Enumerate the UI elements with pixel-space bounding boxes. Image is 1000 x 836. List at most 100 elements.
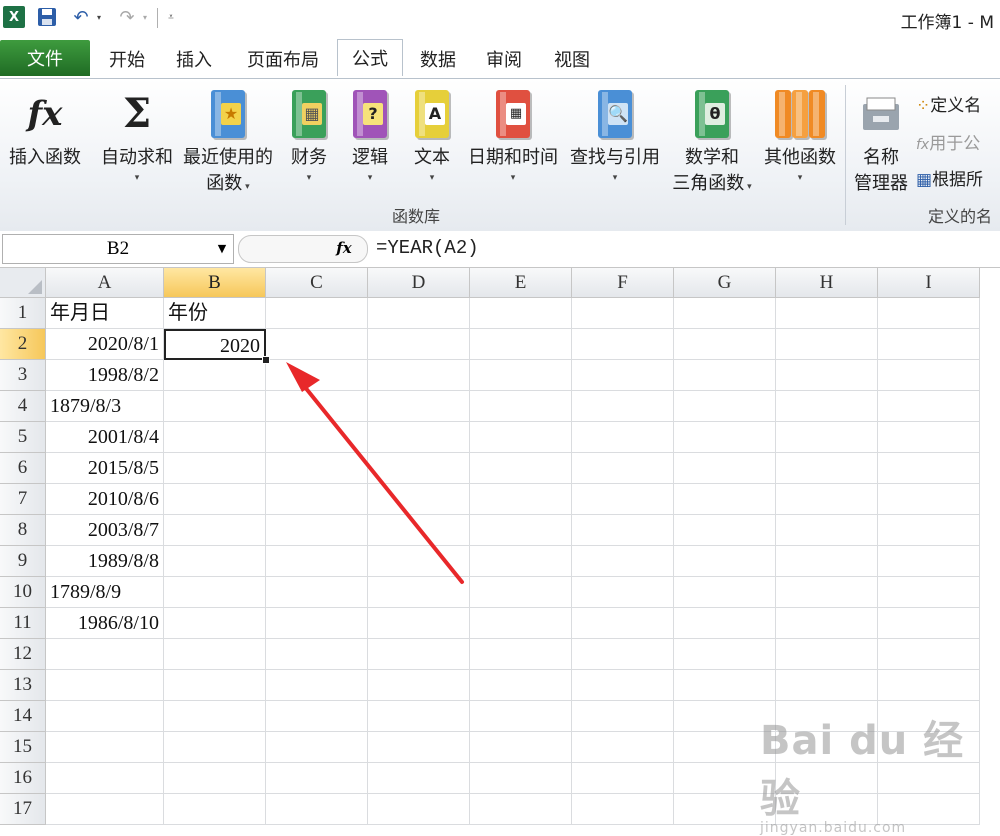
tab-data[interactable]: 数据 <box>408 42 468 76</box>
cell-c2[interactable] <box>266 329 368 360</box>
row-header-11[interactable]: 11 <box>0 608 46 639</box>
row-header-4[interactable]: 4 <box>0 391 46 422</box>
column-header-e[interactable]: E <box>470 268 572 298</box>
tab-file[interactable]: 文件 <box>0 40 90 76</box>
cell-i2[interactable] <box>878 329 980 360</box>
cell-b14[interactable] <box>164 701 266 732</box>
cell-g2[interactable] <box>674 329 776 360</box>
cell-b5[interactable] <box>164 422 266 453</box>
cell-f10[interactable] <box>572 577 674 608</box>
cell-b7[interactable] <box>164 484 266 515</box>
cell-d10[interactable] <box>368 577 470 608</box>
cell-f16[interactable] <box>572 763 674 794</box>
cell-h13[interactable] <box>776 670 878 701</box>
cell-g5[interactable] <box>674 422 776 453</box>
cell-a6[interactable]: 2015/8/5 <box>46 453 164 484</box>
cell-h12[interactable] <box>776 639 878 670</box>
cell-b15[interactable] <box>164 732 266 763</box>
row-header-16[interactable]: 16 <box>0 763 46 794</box>
cell-d16[interactable] <box>368 763 470 794</box>
cell-h11[interactable] <box>776 608 878 639</box>
cell-h4[interactable] <box>776 391 878 422</box>
column-header-c[interactable]: C <box>266 268 368 298</box>
cell-g10[interactable] <box>674 577 776 608</box>
cell-e13[interactable] <box>470 670 572 701</box>
cell-i13[interactable] <box>878 670 980 701</box>
insert-function-icon[interactable]: fx <box>330 235 358 261</box>
cell-a2[interactable]: 2020/8/1 <box>46 329 164 360</box>
cell-d7[interactable] <box>368 484 470 515</box>
text-button[interactable]: A 文本 ▾ <box>408 83 456 185</box>
cell-e6[interactable] <box>470 453 572 484</box>
cell-f15[interactable] <box>572 732 674 763</box>
cell-b3[interactable] <box>164 360 266 391</box>
cell-i11[interactable] <box>878 608 980 639</box>
cell-e10[interactable] <box>470 577 572 608</box>
customize-qat-icon[interactable]: ⩡ <box>164 6 178 28</box>
cell-f7[interactable] <box>572 484 674 515</box>
cell-b13[interactable] <box>164 670 266 701</box>
cell-c1[interactable] <box>266 298 368 329</box>
cell-i6[interactable] <box>878 453 980 484</box>
cell-a17[interactable] <box>46 794 164 825</box>
cell-d14[interactable] <box>368 701 470 732</box>
cell-d9[interactable] <box>368 546 470 577</box>
cell-e1[interactable] <box>470 298 572 329</box>
cell-c8[interactable] <box>266 515 368 546</box>
cell-f12[interactable] <box>572 639 674 670</box>
tab-insert[interactable]: 插入 <box>164 42 224 76</box>
cell-c17[interactable] <box>266 794 368 825</box>
cell-e17[interactable] <box>470 794 572 825</box>
name-box-dropdown-icon[interactable]: ▼ <box>214 234 230 262</box>
cell-c16[interactable] <box>266 763 368 794</box>
column-header-i[interactable]: I <box>878 268 980 298</box>
column-header-f[interactable]: F <box>572 268 674 298</box>
cell-e2[interactable] <box>470 329 572 360</box>
cell-i10[interactable] <box>878 577 980 608</box>
cell-a9[interactable]: 1989/8/8 <box>46 546 164 577</box>
cell-e12[interactable] <box>470 639 572 670</box>
tab-page-layout[interactable]: 页面布局 <box>236 42 330 76</box>
cell-b8[interactable] <box>164 515 266 546</box>
cell-c15[interactable] <box>266 732 368 763</box>
excel-app-icon[interactable]: X <box>3 6 25 28</box>
cell-c10[interactable] <box>266 577 368 608</box>
cell-e4[interactable] <box>470 391 572 422</box>
cell-d11[interactable] <box>368 608 470 639</box>
create-from-selection-button[interactable]: ▦根据所 <box>916 165 983 190</box>
cell-f13[interactable] <box>572 670 674 701</box>
cell-a5[interactable]: 2001/8/4 <box>46 422 164 453</box>
cell-a1[interactable]: 年月日 <box>46 298 164 329</box>
cell-d2[interactable] <box>368 329 470 360</box>
cell-e7[interactable] <box>470 484 572 515</box>
autosum-button[interactable]: Σ 自动求和 ▾ <box>96 83 178 185</box>
row-header-6[interactable]: 6 <box>0 453 46 484</box>
cell-d1[interactable] <box>368 298 470 329</box>
row-header-1[interactable]: 1 <box>0 298 46 329</box>
cell-i8[interactable] <box>878 515 980 546</box>
cell-a13[interactable] <box>46 670 164 701</box>
column-header-g[interactable]: G <box>674 268 776 298</box>
cell-h10[interactable] <box>776 577 878 608</box>
financial-button[interactable]: ▦ 财务 ▾ <box>284 83 334 185</box>
cell-a7[interactable]: 2010/8/6 <box>46 484 164 515</box>
cell-i4[interactable] <box>878 391 980 422</box>
cell-g11[interactable] <box>674 608 776 639</box>
column-header-h[interactable]: H <box>776 268 878 298</box>
use-in-formula-button[interactable]: fx用于公 <box>916 129 980 154</box>
cell-e14[interactable] <box>470 701 572 732</box>
cell-e11[interactable] <box>470 608 572 639</box>
cell-c4[interactable] <box>266 391 368 422</box>
cell-c11[interactable] <box>266 608 368 639</box>
cell-h9[interactable] <box>776 546 878 577</box>
cell-f9[interactable] <box>572 546 674 577</box>
date-time-button[interactable]: ▦ 日期和时间 ▾ <box>465 83 561 185</box>
insert-function-button[interactable]: fx 插入函数 <box>4 83 86 171</box>
cell-i9[interactable] <box>878 546 980 577</box>
cell-b4[interactable] <box>164 391 266 422</box>
cell-a14[interactable] <box>46 701 164 732</box>
cell-e15[interactable] <box>470 732 572 763</box>
row-header-2[interactable]: 2 <box>0 329 46 360</box>
cell-f8[interactable] <box>572 515 674 546</box>
cell-f5[interactable] <box>572 422 674 453</box>
